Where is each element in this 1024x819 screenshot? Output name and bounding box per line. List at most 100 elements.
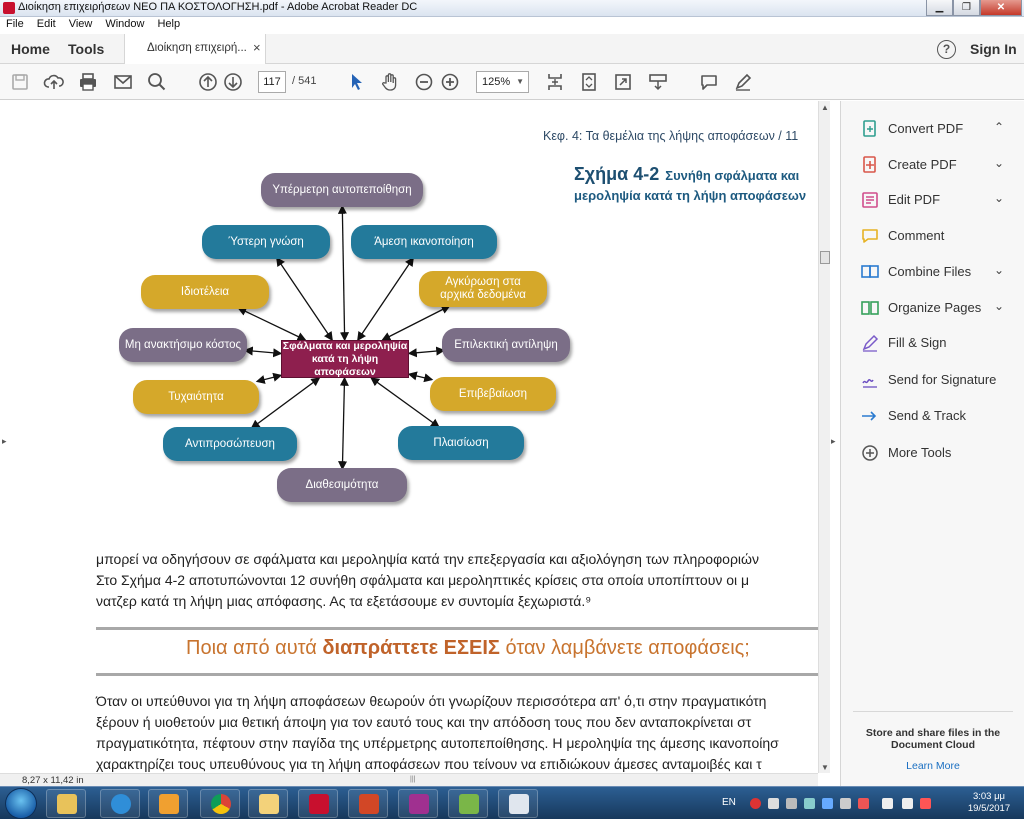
search-icon[interactable]: [146, 71, 168, 93]
horizontal-scrollbar[interactable]: 8,27 x 11,42 in |||: [0, 773, 818, 786]
action-center-icon[interactable]: [882, 798, 893, 809]
tool-label: Send & Track: [888, 408, 967, 423]
save-icon[interactable]: [9, 71, 31, 93]
menu-file[interactable]: File: [0, 17, 31, 34]
print-icon[interactable]: [77, 71, 99, 93]
full-screen-icon[interactable]: [612, 71, 634, 93]
scroll-down-icon[interactable]: ▼: [821, 763, 829, 772]
taskbar-powerpoint[interactable]: [348, 789, 388, 818]
taskbar-media-player[interactable]: [148, 789, 188, 818]
diagram-arrow: [407, 371, 434, 383]
document-icon: [509, 794, 529, 814]
language-indicator[interactable]: EN: [722, 797, 736, 808]
bubble-confirmation: Επιβεβαίωση: [430, 377, 556, 411]
page-size-label: 8,27 x 11,42 in: [22, 775, 84, 786]
comment-bubble-icon[interactable]: [698, 71, 720, 93]
tab-tools[interactable]: Tools: [68, 41, 104, 57]
bubble-immediate-gratification: Άμεση ικανοποίηση: [351, 225, 497, 259]
hand-tool-icon[interactable]: [379, 71, 401, 93]
left-panel-expand-icon[interactable]: ▸: [2, 436, 7, 447]
menu-help[interactable]: Help: [151, 17, 187, 34]
taskbar-explorer[interactable]: [46, 789, 86, 818]
previous-page-icon[interactable]: [197, 71, 219, 93]
chevron-down-icon[interactable]: ⌄: [994, 191, 1004, 205]
minimize-button[interactable]: ▁: [926, 0, 953, 16]
tool-organize-pages[interactable]: Organize Pages ⌄: [841, 290, 1024, 326]
flag-icon[interactable]: [858, 798, 869, 809]
divider-top: [96, 627, 818, 630]
diagram-arrow: [337, 204, 350, 342]
bubble-self-interest: Ιδιοτέλεια: [141, 275, 269, 309]
volume-icon[interactable]: [902, 798, 913, 809]
tool-label: Convert PDF: [888, 121, 964, 136]
next-page-icon[interactable]: [222, 71, 244, 93]
tab-document[interactable]: Διοίκηση επιχειρή... ×: [124, 34, 266, 64]
tool-combine-files[interactable]: Combine Files ⌄: [841, 254, 1024, 290]
start-button[interactable]: [5, 788, 37, 819]
bubble-anchoring: Αγκύρωση στα αρχικά δεδομένα: [419, 271, 547, 307]
menu-edit[interactable]: Edit: [31, 17, 63, 34]
vertical-scroll-thumb[interactable]: [820, 251, 830, 264]
tool-send-signature[interactable]: Send for Signature: [841, 362, 1024, 398]
network-icon[interactable]: [768, 798, 779, 809]
tool-send-track[interactable]: Send & Track: [841, 398, 1024, 434]
zoom-level-select[interactable]: 125% ▼: [476, 71, 529, 93]
tab-home[interactable]: Home: [11, 41, 50, 57]
zoom-out-icon[interactable]: [413, 71, 435, 93]
menu-window[interactable]: Window: [99, 17, 151, 34]
taskbar-chrome[interactable]: [200, 789, 240, 818]
right-panel-collapse-icon[interactable]: ▸: [831, 436, 836, 447]
scroll-mode-icon[interactable]: [544, 71, 566, 93]
menu-view[interactable]: View: [63, 17, 100, 34]
document-view[interactable]: ▸ Κεφ. 4: Τα θεμέλια της λήψης αποφάσεων…: [0, 101, 840, 786]
zoom-in-icon[interactable]: [439, 71, 461, 93]
bubble-overconfidence: Υπέρμετρη αυτοπεποίθηση: [261, 173, 423, 207]
learn-more-link[interactable]: Learn More: [853, 760, 1013, 772]
taskbar-app-folder[interactable]: [248, 789, 288, 818]
taskbar-library[interactable]: [448, 789, 488, 818]
paragraph2-line3: πραγματικότητα, πέφτουν στην παγίδα της …: [96, 735, 779, 751]
upload-cloud-icon[interactable]: [43, 71, 65, 93]
taskbar-paint[interactable]: [398, 789, 438, 818]
tool-convert-pdf[interactable]: Convert PDF ⌃: [841, 111, 1024, 147]
chevron-down-icon: ▼: [516, 77, 524, 86]
chevron-down-icon[interactable]: ⌄: [994, 299, 1004, 313]
antivirus-icon[interactable]: [750, 798, 761, 809]
help-icon[interactable]: ?: [937, 40, 956, 59]
monitor-icon[interactable]: [804, 798, 815, 809]
organize-pages-icon: [861, 299, 879, 317]
fit-page-icon[interactable]: [578, 71, 600, 93]
highlight-pen-icon[interactable]: [732, 71, 754, 93]
taskbar-document[interactable]: [498, 789, 538, 818]
taskbar-internet-explorer[interactable]: [100, 789, 140, 818]
figure-title-line1: Συνήθη σφάλματα και: [665, 168, 800, 183]
convert-pdf-icon: [861, 120, 879, 138]
tool-create-pdf[interactable]: Create PDF ⌄: [841, 147, 1024, 183]
close-window-button[interactable]: ✕: [980, 0, 1022, 16]
email-icon[interactable]: [112, 71, 134, 93]
sign-in-button[interactable]: Sign In: [970, 41, 1017, 57]
chevron-down-icon[interactable]: ⌄: [994, 156, 1004, 170]
tool-edit-pdf[interactable]: Edit PDF ⌄: [841, 182, 1024, 218]
page-number-input[interactable]: 117: [258, 71, 286, 93]
tool-more-tools[interactable]: More Tools: [841, 435, 1024, 471]
taskbar-acrobat[interactable]: [298, 789, 338, 818]
tray-app-icon[interactable]: [840, 798, 851, 809]
create-pdf-icon: [861, 156, 879, 174]
tool-fill-sign[interactable]: Fill & Sign: [841, 325, 1024, 361]
select-cursor-icon[interactable]: [345, 71, 367, 93]
close-tab-icon[interactable]: ×: [253, 40, 261, 55]
clock[interactable]: 3:03 μμ 19/5/2017: [960, 791, 1018, 815]
tool-comment[interactable]: Comment: [841, 218, 1024, 254]
update-icon[interactable]: [822, 798, 833, 809]
horizontal-scroll-thumb[interactable]: |||: [410, 776, 422, 785]
vertical-scrollbar[interactable]: ▲ ▼: [818, 101, 830, 773]
maximize-button[interactable]: ❐: [953, 0, 980, 16]
device-icon[interactable]: [786, 798, 797, 809]
chevron-up-icon[interactable]: ⌃: [994, 120, 1004, 134]
power-icon[interactable]: [920, 798, 931, 809]
page-total: / 541: [292, 75, 317, 87]
chevron-down-icon[interactable]: ⌄: [994, 263, 1004, 277]
read-mode-icon[interactable]: [647, 71, 669, 93]
scroll-up-icon[interactable]: ▲: [821, 103, 829, 112]
